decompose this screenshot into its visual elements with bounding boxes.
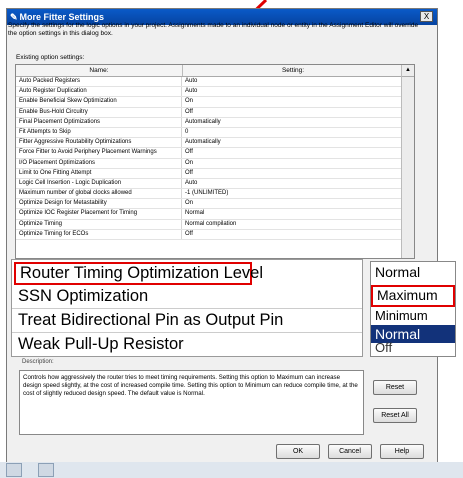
close-button[interactable]: X xyxy=(420,11,433,22)
description-title: Description: xyxy=(22,359,54,365)
table-row[interactable]: Optimize Timing Normal compilation xyxy=(16,219,414,230)
zoom-row-weak-pullup[interactable]: Weak Pull-Up Resistor xyxy=(12,333,362,356)
table-row[interactable]: Optimize IOC Register Placement for Timi… xyxy=(16,209,414,220)
row-name: Auto Register Duplication xyxy=(16,87,182,97)
table-row[interactable]: Enable Beneficial Skew Optimization On xyxy=(16,97,414,108)
table-header: Name: Setting: xyxy=(16,65,414,77)
pencil-icon: ✎ xyxy=(10,11,18,22)
table-row[interactable]: Fit Attempts to Skip 0 xyxy=(16,127,414,139)
zoom-row-ssn[interactable]: SSN Optimization xyxy=(12,285,362,309)
row-setting[interactable]: Off xyxy=(182,169,402,178)
taskbar-app-icon[interactable] xyxy=(6,463,22,477)
row-name: Optimize IOC Register Placement for Timi… xyxy=(16,209,182,219)
header-name[interactable]: Name: xyxy=(16,65,183,76)
row-name: Limit to One Fitting Attempt xyxy=(16,168,182,178)
row-name: Optimize Design for Metastability xyxy=(16,199,182,209)
table-row[interactable]: Limit to One Fitting Attempt Off xyxy=(16,168,414,179)
row-setting[interactable]: Normal xyxy=(182,209,402,218)
row-setting[interactable]: Off xyxy=(182,230,402,239)
row-setting[interactable]: Off xyxy=(182,148,402,157)
row-name: Enable Bus-Hold Circuitry xyxy=(16,107,182,117)
taskbar-strip xyxy=(0,462,463,478)
table-row[interactable]: Force Fitter to Avoid Periphery Placemen… xyxy=(16,148,414,159)
dropdown-option-maximum[interactable]: Maximum xyxy=(371,285,455,307)
table-row[interactable]: Maximum number of global clocks allowed -… xyxy=(16,189,414,200)
dialog-title: More Fitter Settings xyxy=(19,12,105,22)
row-name: Logic Cell Insertion - Logic Duplication xyxy=(16,178,182,189)
row-setting[interactable]: Auto xyxy=(182,179,402,188)
table-row[interactable]: Logic Cell Insertion - Logic Duplication… xyxy=(16,178,414,190)
row-name: Force Fitter to Avoid Periphery Placemen… xyxy=(16,148,182,158)
row-name: Enable Beneficial Skew Optimization xyxy=(16,97,182,107)
table-row[interactable]: Fitter Aggressive Routability Optimizati… xyxy=(16,138,414,149)
table-body: Auto Packed Registers Auto Auto Register … xyxy=(16,77,414,240)
reset-button[interactable]: Reset xyxy=(373,380,417,395)
row-name: Optimize Timing for ECOs xyxy=(16,229,182,239)
row-name: Optimize Timing xyxy=(16,219,182,229)
router-timing-dropdown[interactable]: Normal Maximum Minimum Normal Off xyxy=(370,261,456,357)
table-row[interactable]: Final Placement Optimizations Automatical… xyxy=(16,117,414,128)
row-setting[interactable]: On xyxy=(182,159,402,168)
vertical-scrollbar[interactable]: ▲ xyxy=(401,65,414,258)
zoom-row-treat-bidirectional[interactable]: Treat Bidirectional Pin as Output Pin xyxy=(12,309,362,333)
table-row[interactable]: Auto Packed Registers Auto xyxy=(16,77,414,88)
row-name: Fit Attempts to Skip xyxy=(16,127,182,138)
row-setting[interactable]: Automatically xyxy=(182,118,402,127)
row-setting[interactable]: Auto xyxy=(182,77,402,86)
dropdown-underlying-value: Off xyxy=(375,340,393,355)
row-name: Final Placement Optimizations xyxy=(16,117,182,127)
description-box: Controls how aggressively the router tri… xyxy=(19,370,364,435)
row-name: Maximum number of global clocks allowed xyxy=(16,189,182,199)
row-name: Auto Packed Registers xyxy=(16,77,182,87)
table-row[interactable]: Auto Register Duplication Auto xyxy=(16,87,414,98)
reset-all-button[interactable]: Reset All xyxy=(373,408,417,423)
row-setting[interactable]: On xyxy=(182,199,402,208)
row-setting[interactable]: 0 xyxy=(182,128,402,137)
dropdown-option-minimum[interactable]: Minimum xyxy=(371,309,455,325)
row-name: Fitter Aggressive Routability Optimizati… xyxy=(16,138,182,148)
zoomed-options-callout: Router Timing Optimization Level SSN Opt… xyxy=(11,259,363,357)
taskbar-window-icon[interactable] xyxy=(38,463,54,477)
help-button[interactable]: Help xyxy=(380,444,424,459)
row-setting[interactable]: Automatically xyxy=(182,138,402,147)
row-setting[interactable]: Auto xyxy=(182,87,402,96)
settings-table: Name: Setting: Auto Packed Registers Auto… xyxy=(15,64,415,259)
table-row[interactable]: I/O Placement Optimizations On xyxy=(16,158,414,169)
dropdown-current-value[interactable]: Normal xyxy=(371,262,455,283)
dialog-description: Specify the settings for the logic optio… xyxy=(8,22,419,37)
row-name: I/O Placement Optimizations xyxy=(16,158,182,168)
ok-button[interactable]: OK xyxy=(276,444,320,459)
row-setting[interactable]: On xyxy=(182,97,402,106)
header-setting[interactable]: Setting: xyxy=(183,65,404,76)
row-setting[interactable]: -1 (UNLIMITED) xyxy=(182,189,402,198)
scroll-up-icon[interactable]: ▲ xyxy=(402,65,414,77)
cancel-button[interactable]: Cancel xyxy=(328,444,372,459)
table-row[interactable]: Optimize Timing for ECOs Off xyxy=(16,229,414,240)
row-setting[interactable]: Normal compilation xyxy=(182,220,402,229)
table-row[interactable]: Optimize Design for Metastability On xyxy=(16,199,414,210)
zoom-row-router-timing[interactable]: Router Timing Optimization Level xyxy=(14,262,263,285)
existing-settings-label: Existing option settings: xyxy=(16,54,85,61)
row-setting[interactable]: Off xyxy=(182,108,402,117)
table-row[interactable]: Enable Bus-Hold Circuitry Off xyxy=(16,107,414,118)
